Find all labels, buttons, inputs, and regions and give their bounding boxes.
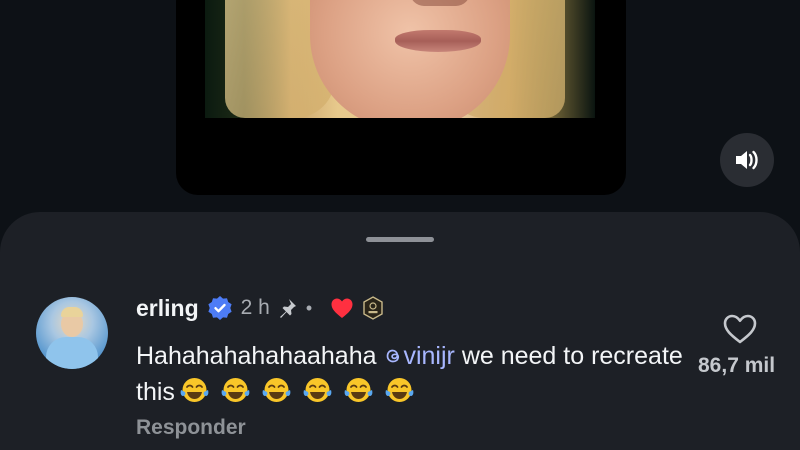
pin-icon (279, 299, 296, 318)
sound-toggle-button[interactable] (720, 133, 774, 187)
heart-icon (331, 298, 353, 318)
speaker-icon (736, 150, 758, 170)
tears-of-joy-emoji (262, 378, 291, 402)
comment-text-start: Hahahahahahaahaha (136, 342, 384, 370)
avatar-shirt (46, 337, 98, 369)
video-thumbnail[interactable] (205, 0, 595, 118)
comments-sheet: erling 2 h • (0, 212, 800, 450)
mention-link[interactable]: vinijr (383, 342, 455, 370)
creator-badge-icon (363, 296, 383, 320)
username[interactable]: erling (136, 295, 199, 322)
heart-outline-icon[interactable] (722, 313, 758, 345)
screen: erling 2 h • Hahahahahahaahaha vinijr we… (0, 0, 800, 450)
like-count: 86,7 mil (698, 354, 776, 377)
tears-of-joy-emoji (180, 378, 209, 402)
avatar-hair (61, 307, 83, 317)
tears-of-joy-emoji (385, 378, 414, 402)
threads-icon (387, 349, 400, 363)
verified-badge-icon (208, 296, 232, 320)
tears-of-joy-emoji (221, 378, 250, 402)
avatar[interactable] (36, 297, 108, 369)
sheet-drag-handle[interactable] (366, 237, 434, 242)
comment-body: Hahahahahahaahaha vinijr we need to recr… (136, 338, 696, 414)
tears-of-joy-emoji (344, 378, 373, 402)
lips (395, 30, 481, 52)
emoji-group (179, 376, 418, 414)
video-card[interactable] (176, 0, 626, 195)
timestamp: 2 h (240, 296, 270, 319)
separator: • (305, 297, 313, 318)
mention-username[interactable]: vinijr (403, 342, 454, 370)
reply-button[interactable]: Responder (136, 416, 246, 440)
comment-header: erling 2 h • (136, 292, 384, 324)
tears-of-joy-emoji (303, 378, 332, 402)
face (310, 0, 510, 118)
